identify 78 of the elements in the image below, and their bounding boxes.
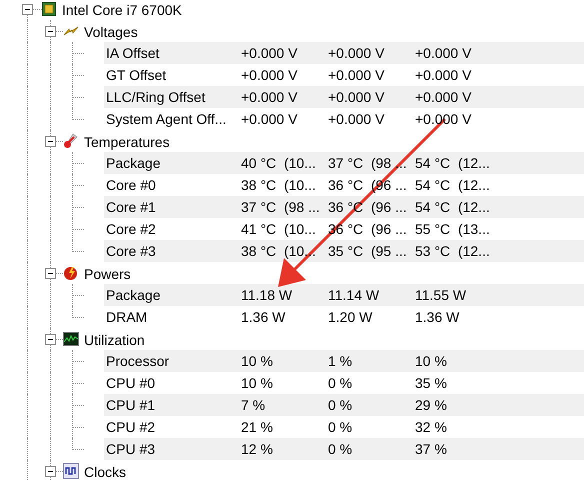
sensor-label: CPU #3 [105,440,156,458]
sensor-value: 0 % [328,374,354,392]
sensor-value: +0.000 V [328,44,386,62]
sensor-value: 21 % [241,418,274,436]
sensor-value: +0.000 V [241,44,298,62]
sensor-label: Core #3 [105,242,157,260]
sensor-label: CPU #2 [105,418,156,436]
sensor-value: +0.000 V [415,44,472,62]
sensor-value: 35 % [415,374,448,392]
collapse-icon[interactable] [45,466,56,477]
sensor-value: 40 °C (10... [241,154,317,173]
collapse-icon[interactable] [45,136,56,147]
sensor-value: 0 % [328,418,354,436]
collapse-icon[interactable] [22,4,33,15]
sensor-value: 7 % [241,396,266,414]
sensor-value: +0.000 V [328,88,386,106]
lightning-icon [63,26,79,36]
tree-group-label[interactable]: Utilization [84,330,145,351]
power-ball-icon [63,265,79,281]
sensor-label: LLC/Ring Offset [105,88,206,107]
sensor-label: IA Offset [105,44,160,62]
collapse-icon[interactable] [45,268,56,279]
sensor-label: Core #1 [105,198,157,216]
sensor-label: CPU #1 [105,396,156,414]
sensor-value: 10 % [241,352,274,370]
sensor-value: 55 °C (13... [415,220,491,239]
sensor-value: 10 % [241,374,274,392]
collapse-icon[interactable] [45,26,56,37]
sensor-value: 1.20 W [328,308,374,326]
sensor-value: 1.36 W [241,308,286,326]
sensor-value: 10 % [415,352,448,370]
sensor-value: 11.18 W [241,286,294,304]
activity-chart-icon [63,332,79,346]
sensor-value: 12 % [241,440,274,458]
tree-item-label[interactable]: Intel Core i7 6700K [62,0,182,21]
sensor-value: +0.000 V [328,110,386,128]
sensor-value: 37 °C (98 ... [241,198,321,217]
sensor-value: +0.000 V [415,66,472,84]
sensor-value: +0.000 V [415,88,472,106]
sensor-value: +0.000 V [241,66,298,84]
sensor-value: 32 % [415,418,448,436]
sensor-value: 35 °C (95 ... [328,242,408,261]
sensor-label: CPU #0 [105,374,156,392]
sensor-value: 54 °C (12... [415,154,491,173]
sensor-value: +0.000 V [241,110,298,128]
tree-group-label[interactable]: Clocks [84,462,126,481]
collapse-icon[interactable] [45,334,56,345]
sensor-value: 11.14 W [328,286,380,304]
sensor-value: 0 % [328,396,354,414]
sensor-label: System Agent Off... [105,110,228,129]
sensor-value: 37 °C (98 ... [328,154,408,173]
square-wave-icon [63,463,79,479]
tree-group-label[interactable]: Voltages [84,22,138,43]
sensor-value: 0 % [328,440,354,458]
sensor-value: 29 % [415,396,448,414]
sensor-label: Core #0 [105,176,157,194]
tree-group-label[interactable]: Temperatures [84,132,170,153]
tree-group-label[interactable]: Powers [84,264,131,285]
sensor-value: 41 °C (10... [241,220,317,239]
sensor-label: Package [105,286,162,305]
sensor-value: 38 °C (10... [241,176,317,195]
sensor-value: 54 °C (12... [415,198,491,217]
sensor-value: +0.000 V [241,88,298,106]
sensor-label: Processor [105,352,170,370]
sensor-value: 11.55 W [415,286,468,304]
sensor-value: 54 °C (12... [415,176,491,195]
sensor-value: +0.000 V [328,66,386,84]
sensor-value: 37 % [415,440,448,458]
sensor-label: Core #2 [105,220,157,238]
chip-icon [42,2,56,16]
sensor-label: Package [105,154,162,173]
sensor-label: GT Offset [105,66,168,84]
sensor-value: +0.000 V [415,110,472,128]
sensor-label: DRAM [105,308,148,326]
sensor-value: 53 °C (12... [415,242,491,261]
thermometer-icon [63,133,79,149]
sensor-value: 1.36 W [415,308,460,326]
sensor-value: 1 % [328,352,354,370]
